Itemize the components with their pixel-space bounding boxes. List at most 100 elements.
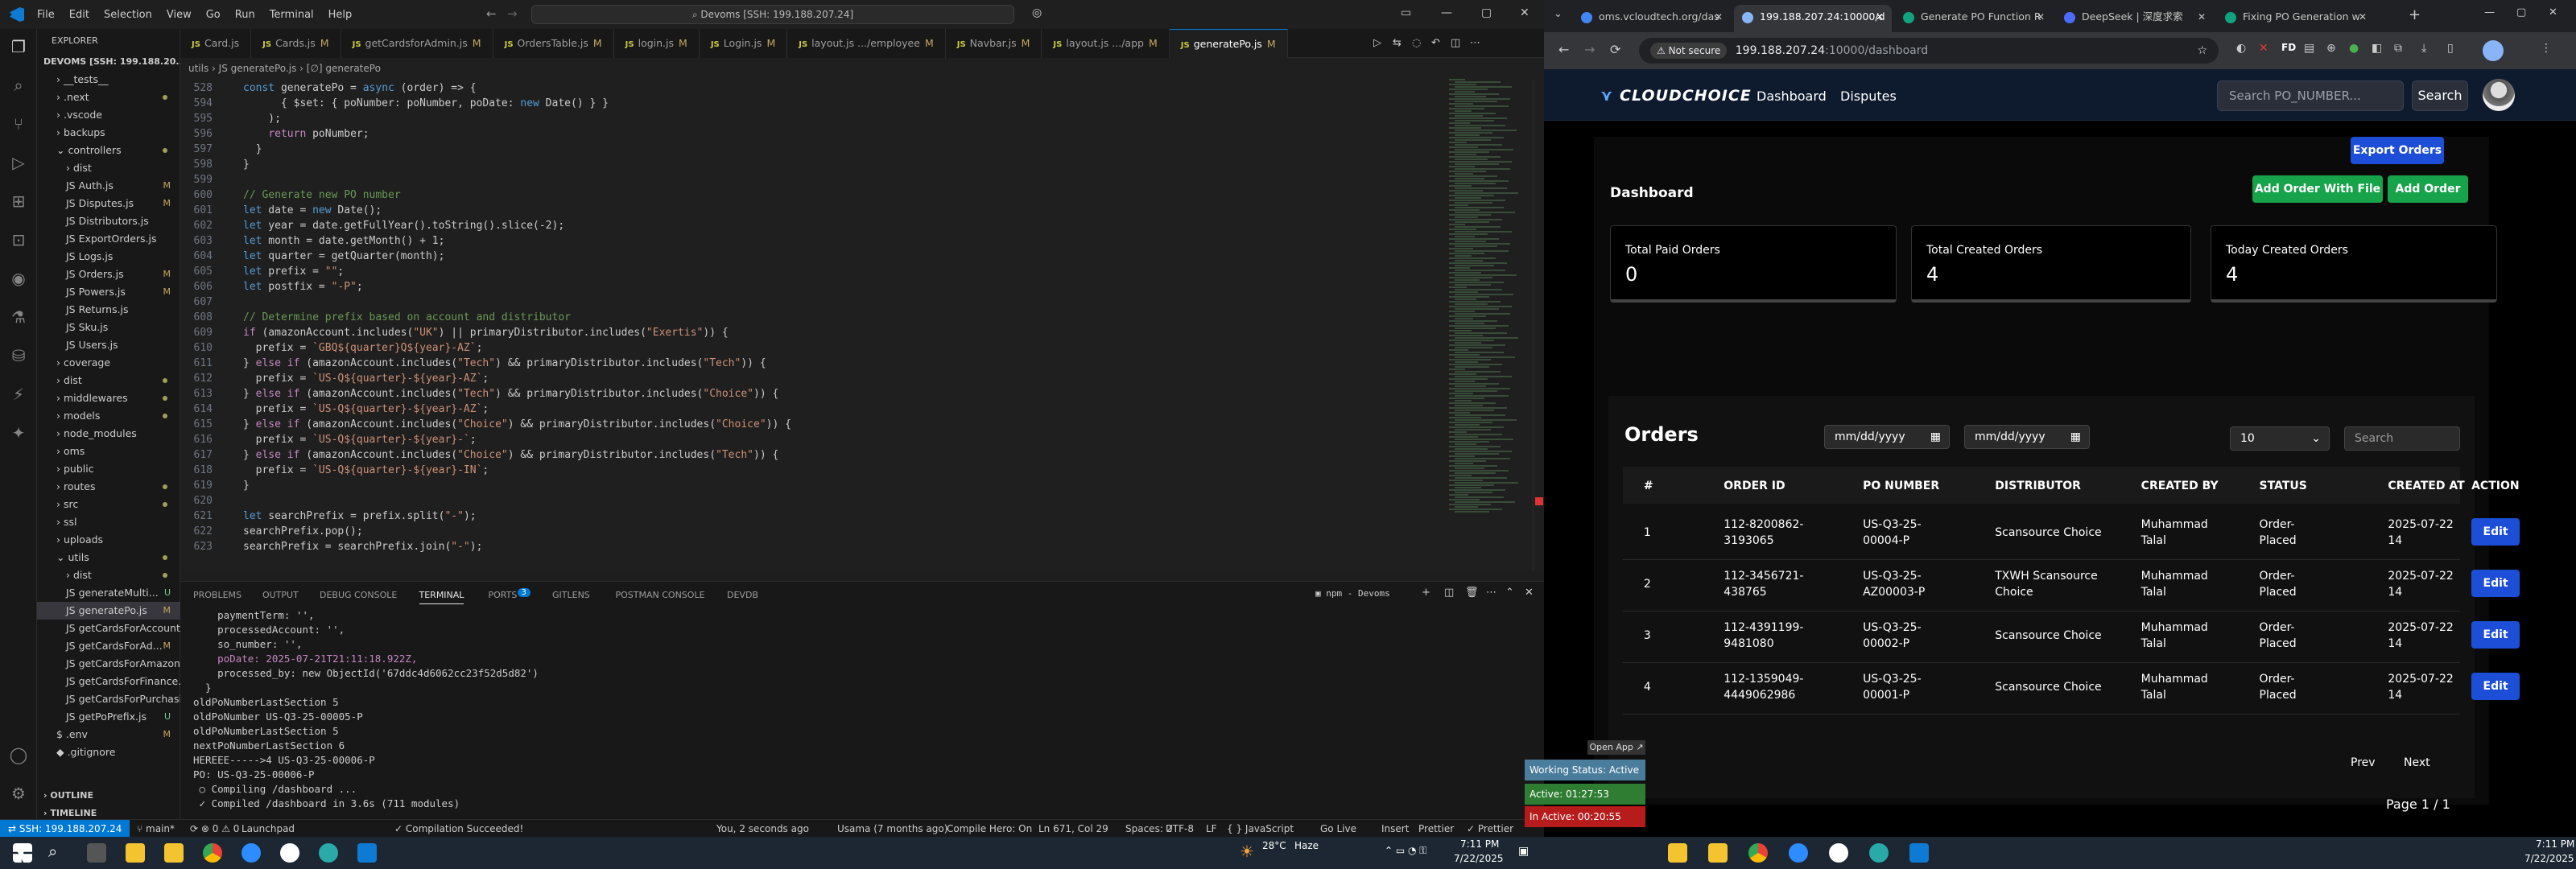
menu-item-view[interactable]: View	[167, 9, 192, 21]
next-button[interactable]: Next	[2404, 756, 2430, 769]
workspace-root[interactable]: DEVOMS [SSH: 199.188.20...	[37, 53, 180, 71]
browser-tab[interactable]: Fixing PO Generation w ✕	[2217, 5, 2375, 32]
editor-tab[interactable]: JS Navbar.js M	[945, 29, 1042, 58]
database-icon[interactable]: ⛁	[9, 346, 28, 365]
extensions-icon[interactable]: ⊞	[9, 192, 28, 211]
export-orders-button[interactable]: Export Orders	[2351, 137, 2444, 164]
tree-item[interactable]: $ .env M	[37, 726, 180, 743]
run-debug-icon[interactable]: ▷	[9, 153, 28, 172]
tree-item[interactable]: › dist	[37, 372, 180, 389]
editor-tab[interactable]: JS Login.js M	[699, 29, 788, 58]
code-line[interactable]: }	[243, 143, 262, 155]
problems-count[interactable]: ⟳ ⊗ 0 ⚠ 0	[190, 820, 239, 838]
code-line[interactable]: } else if (amazonAccount.includes("Choic…	[243, 418, 791, 430]
panel-tab-debug-console[interactable]: DEBUG CONSOLE	[320, 590, 397, 600]
user-avatar[interactable]	[2483, 79, 2515, 111]
code-line[interactable]: { $set: { poNumber: poNumber, poDate: ne…	[243, 97, 609, 109]
close-panel-icon[interactable]: ✕	[1525, 587, 1534, 599]
run-icon[interactable]: ▷	[1373, 37, 1381, 49]
tree-item[interactable]: JS getCardsForFinance.js	[37, 673, 180, 690]
zoom-icon[interactable]	[242, 843, 261, 863]
editor-tab[interactable]: JS generatePo.js M	[1169, 29, 1288, 58]
menu-item-run[interactable]: Run	[235, 9, 255, 21]
extension-icon-5[interactable]: ⊕	[2326, 42, 2336, 55]
git-compare-icon[interactable]: ◌	[1412, 37, 1421, 49]
editor-tab[interactable]: JS layout.js .../employee M	[787, 29, 946, 58]
blame-author[interactable]: Usama (7 months ago)	[837, 820, 947, 838]
git-branch[interactable]: ⑂ main*	[137, 820, 175, 838]
code-line[interactable]: } else if (amazonAccount.includes("Tech"…	[243, 357, 766, 369]
explorer-icon[interactable]: ❐	[9, 37, 28, 56]
tab-close-icon[interactable]: ✕	[1876, 5, 1884, 29]
new-tab-icon[interactable]: +	[2409, 6, 2421, 23]
vscode-taskbar-icon-2[interactable]	[1909, 843, 1929, 863]
app-icon-2[interactable]	[319, 843, 338, 863]
chrome-close-icon[interactable]: ✕	[2549, 6, 2557, 19]
prettier-status[interactable]: Prettier	[1418, 820, 1454, 838]
calendar-icon[interactable]: ▦	[1930, 426, 1941, 448]
address-bar[interactable]: ⚠ Not secure 199.188.207.24:10000/dashbo…	[1639, 38, 2219, 64]
code-line[interactable]: return poNumber;	[243, 128, 369, 140]
new-terminal-icon[interactable]: +	[1422, 587, 1430, 599]
panel-tab-gitlens[interactable]: GITLENS	[552, 590, 590, 600]
editor-tab[interactable]: JS OrdersTable.js M	[493, 29, 614, 58]
tab-close-icon[interactable]: ✕	[2037, 5, 2045, 29]
code-line[interactable]: if (amazonAccount.includes("UK") || prim…	[243, 327, 729, 339]
launchpad[interactable]: Launchpad	[242, 820, 295, 838]
tree-item[interactable]: › public	[37, 460, 180, 478]
editor-scrollbar[interactable]	[1533, 79, 1544, 571]
cursor-position[interactable]: Ln 671, Col 29	[1038, 820, 1108, 838]
chrome-menu-icon[interactable]: ⋮	[2541, 42, 2552, 55]
store-icon[interactable]	[164, 843, 184, 863]
edit-button[interactable]: Edit	[2471, 673, 2520, 700]
menu-item-go[interactable]: Go	[206, 9, 221, 21]
nav-dashboard[interactable]: Dashboard	[1757, 89, 1827, 104]
account-icon[interactable]: ◯	[9, 745, 28, 764]
go-live[interactable]: Go Live	[1320, 820, 1356, 838]
tree-item[interactable]: JS Disputes.js M	[37, 195, 180, 212]
split-editor-icon[interactable]: ◫	[1451, 37, 1460, 49]
search-icon[interactable]: ⌕	[9, 76, 28, 95]
code-line[interactable]: prefix = `GBQ${quarter}Q${year}-AZ`;	[243, 342, 483, 354]
trash-icon[interactable]: 🗑	[1465, 587, 1479, 599]
edit-button[interactable]: Edit	[2471, 621, 2520, 649]
split-terminal-icon[interactable]: ◫	[1444, 587, 1454, 599]
close-icon[interactable]: ✕	[1520, 6, 1530, 19]
remote-indicator[interactable]: ⇄ SSH: 199.188.207.24	[0, 820, 130, 838]
tree-item[interactable]: JS Orders.js M	[37, 266, 180, 283]
tree-item[interactable]: JS Users.js	[37, 336, 180, 354]
code-line[interactable]: }	[243, 159, 250, 171]
notification-icon[interactable]: ▣	[1518, 845, 1529, 858]
tree-item[interactable]: JS Logs.js	[37, 248, 180, 266]
language-mode[interactable]: { } JavaScript	[1227, 820, 1294, 838]
terminal-selector[interactable]: ▣ npm - Devoms	[1315, 588, 1390, 599]
forward-icon[interactable]: →	[1584, 42, 1595, 57]
vscode-taskbar-icon[interactable]	[357, 843, 377, 863]
extension-icon-4[interactable]: ▤	[2304, 42, 2314, 55]
menu-item-selection[interactable]: Selection	[104, 9, 152, 21]
editor-tab[interactable]: JS getCardsforAdmin.js M	[341, 29, 493, 58]
compile-hero[interactable]: Compile Hero: On	[947, 820, 1032, 838]
panel-tab-terminal[interactable]: TERMINAL	[419, 590, 464, 604]
command-center[interactable]: ⌕ Devoms [SSH: 199.188.207.24]	[531, 5, 1014, 24]
source-control-icon[interactable]: ⑂	[9, 114, 28, 134]
tree-item[interactable]: › ssl	[37, 513, 180, 531]
minimap[interactable]	[1444, 79, 1533, 571]
menu-item-edit[interactable]: Edit	[69, 9, 89, 21]
page-size-select[interactable]: 10 ⌄	[2230, 426, 2330, 451]
tab-close-icon[interactable]: ✕	[2198, 5, 2206, 29]
code-line[interactable]: searchPrefix.pop();	[243, 525, 363, 537]
code-line[interactable]: let month = date.getMonth() + 1;	[243, 235, 444, 247]
settings-gear-icon[interactable]: ⚙	[9, 784, 28, 803]
tree-item[interactable]: › oms	[37, 443, 180, 460]
nav-disputes[interactable]: Disputes	[1840, 89, 1897, 104]
outline-section[interactable]: › OUTLINE	[37, 787, 180, 805]
tree-item[interactable]: JS Returns.js	[37, 301, 180, 319]
gitlens-icon[interactable]: ◉	[9, 269, 28, 288]
tree-item[interactable]: › routes	[37, 478, 180, 496]
tree-item[interactable]: ⌄ controllers	[37, 142, 180, 159]
tree-item[interactable]: JS ExportOrders.js	[37, 230, 180, 248]
live-share-icon[interactable]: ⚡	[9, 385, 28, 404]
chrome-icon[interactable]	[203, 843, 222, 863]
search-icon[interactable]: ⌕	[48, 842, 57, 861]
